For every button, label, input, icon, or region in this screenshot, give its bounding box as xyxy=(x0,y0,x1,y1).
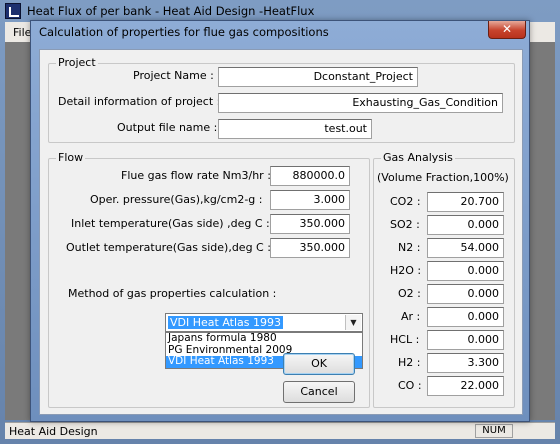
h2-label: H2 : xyxy=(398,356,421,369)
so2-label: SO2 : xyxy=(390,218,420,231)
hcl-input[interactable]: 0.000 xyxy=(427,330,504,350)
gas-analysis-subtitle: (Volume Fraction,100%) xyxy=(377,171,509,184)
gas-analysis-legend: Gas Analysis xyxy=(381,151,455,165)
project-detail-label: Detail information of project : xyxy=(58,95,221,108)
h2-input[interactable]: 3.300 xyxy=(427,353,504,373)
chevron-down-icon[interactable]: ▼ xyxy=(345,315,361,330)
dialog-body: Project Project Name : Dconstant_Project… xyxy=(39,49,523,415)
ar-label: Ar : xyxy=(401,310,421,323)
status-num-indicator: NUM xyxy=(475,424,513,438)
dialog-title: Calculation of properties for flue gas c… xyxy=(39,25,329,39)
co2-label: CO2 : xyxy=(390,195,421,208)
flow-legend: Flow xyxy=(56,151,86,165)
menu-file[interactable]: File xyxy=(13,26,31,39)
so2-input[interactable]: 0.000 xyxy=(427,215,504,235)
pressure-label: Oper. pressure(Gas),kg/cm2-g : xyxy=(90,193,263,206)
outlet-temp-input[interactable]: 350.000 xyxy=(270,238,350,258)
co2-input[interactable]: 20.700 xyxy=(427,192,504,212)
h2o-input[interactable]: 0.000 xyxy=(427,261,504,281)
o2-label: O2 : xyxy=(398,287,421,300)
method-option-japans[interactable]: Japans formula 1980 xyxy=(166,332,362,345)
project-detail-input[interactable]: Exhausting_Gas_Condition xyxy=(218,93,503,113)
project-legend: Project xyxy=(56,56,98,70)
co-label: CO : xyxy=(398,379,422,392)
main-title-bar: Heat Flux of per bank - Heat Aid Design … xyxy=(0,0,560,22)
method-select[interactable]: VDI Heat Atlas 1993 ▼ xyxy=(165,313,363,332)
project-name-label: Project Name : xyxy=(133,69,214,82)
status-text: Heat Aid Design xyxy=(9,425,98,438)
pressure-input[interactable]: 3.000 xyxy=(270,190,350,210)
properties-dialog: Calculation of properties for flue gas c… xyxy=(30,20,530,422)
main-window-title: Heat Flux of per bank - Heat Aid Design … xyxy=(27,4,315,18)
method-label: Method of gas properties calculation : xyxy=(68,287,277,300)
flow-rate-input[interactable]: 880000.0 xyxy=(270,166,350,186)
n2-input[interactable]: 54.000 xyxy=(427,238,504,258)
co-input[interactable]: 22.000 xyxy=(427,376,504,396)
status-bar: Heat Aid Design NUM xyxy=(5,422,555,439)
ar-input[interactable]: 0.000 xyxy=(427,307,504,327)
output-file-label: Output file name : xyxy=(117,121,218,134)
close-button[interactable]: ✕ xyxy=(488,21,526,39)
cancel-button[interactable]: Cancel xyxy=(283,381,355,403)
outlet-temp-label: Outlet temperature(Gas side),deg C : xyxy=(66,241,271,254)
app-icon xyxy=(5,3,21,19)
hcl-label: HCL : xyxy=(390,333,420,346)
ok-button[interactable]: OK xyxy=(283,353,355,375)
inlet-temp-label: Inlet temperature(Gas side) ,deg C : xyxy=(71,217,270,230)
h2o-label: H2O : xyxy=(390,264,422,277)
output-file-input[interactable]: test.out xyxy=(218,119,372,139)
method-selected-value: VDI Heat Atlas 1993 xyxy=(168,316,283,329)
n2-label: N2 : xyxy=(398,241,421,254)
flow-rate-label: Flue gas flow rate Nm3/hr : xyxy=(121,169,271,182)
project-name-input[interactable]: Dconstant_Project xyxy=(218,67,418,87)
inlet-temp-input[interactable]: 350.000 xyxy=(270,214,350,234)
o2-input[interactable]: 0.000 xyxy=(427,284,504,304)
